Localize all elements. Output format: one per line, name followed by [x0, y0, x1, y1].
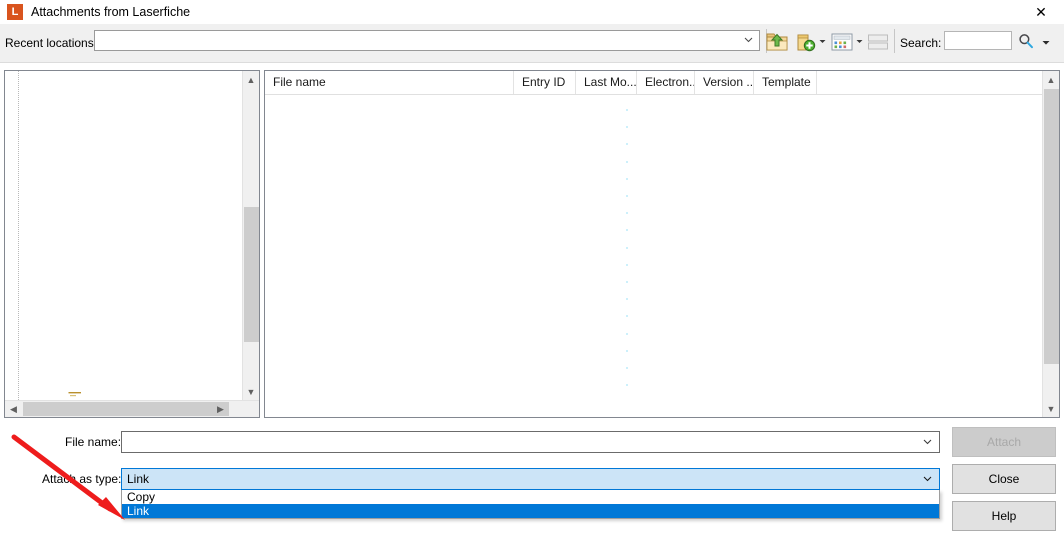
tree-guide-line	[18, 71, 19, 400]
column-header-electronic[interactable]: Electron...	[637, 71, 695, 94]
file-list-vertical-scrollbar[interactable]: ▲ ▼	[1042, 71, 1059, 417]
chevron-down-icon[interactable]	[923, 437, 932, 446]
list-artifact-dot	[626, 350, 628, 352]
window-title: Attachments from Laserfiche	[31, 5, 191, 19]
view-options-dropdown-icon[interactable]	[856, 39, 863, 44]
column-header-file-name[interactable]: File name	[265, 71, 514, 94]
scroll-left-icon[interactable]: ◀	[5, 401, 22, 417]
chevron-down-icon	[744, 37, 753, 43]
dropdown-option-copy[interactable]: Copy	[122, 490, 939, 504]
list-artifact-dot	[626, 178, 628, 180]
scroll-down-icon[interactable]: ▼	[1043, 400, 1059, 417]
tree-hscroll-thumb[interactable]	[23, 402, 229, 416]
column-header-template[interactable]: Template	[754, 71, 817, 94]
search-input[interactable]	[944, 31, 1012, 50]
list-artifact-dot	[626, 281, 628, 283]
list-artifact-dot	[626, 195, 628, 197]
help-button[interactable]: Help	[952, 501, 1056, 531]
recent-locations-combobox[interactable]	[94, 30, 760, 51]
column-header-version[interactable]: Version ...	[695, 71, 754, 94]
attach-button[interactable]: Attach	[952, 427, 1056, 457]
file-list-scroll-thumb[interactable]	[1044, 89, 1059, 364]
attach-as-type-label: Attach as type:	[42, 472, 122, 486]
attach-as-type-value: Link	[127, 472, 150, 486]
list-artifact-dot	[626, 384, 628, 386]
list-artifact-dot	[626, 143, 628, 145]
scroll-up-icon[interactable]: ▲	[243, 71, 259, 88]
search-dropdown-icon[interactable]	[1042, 40, 1050, 46]
list-artifact-dot	[626, 367, 628, 369]
list-artifact-dot	[626, 212, 628, 214]
title-bar: L Attachments from Laserfiche ✕	[0, 0, 1064, 24]
tree-vertical-scrollbar[interactable]: ▲ ▼	[242, 71, 259, 400]
list-artifact-dot	[626, 161, 628, 163]
list-artifact-dot	[626, 333, 628, 335]
list-artifact-dot	[626, 264, 628, 266]
toolbar-separator-2	[894, 29, 895, 53]
file-list-header: File name Entry ID Last Mo... Electron..…	[265, 71, 1042, 95]
list-artifact-dot	[626, 229, 628, 231]
file-list-panel[interactable]: File name Entry ID Last Mo... Electron..…	[264, 70, 1060, 418]
view-options-icon[interactable]	[830, 29, 854, 55]
attach-as-type-combobox[interactable]: Link	[121, 468, 940, 490]
tree-horizontal-scrollbar[interactable]: ◀ ▶	[5, 400, 259, 417]
tree-scroll-thumb[interactable]	[244, 207, 259, 342]
file-list-body[interactable]	[265, 95, 1042, 400]
new-folder-icon[interactable]	[795, 29, 817, 55]
recent-locations-label: Recent locations:	[5, 36, 98, 50]
close-button[interactable]: Close	[952, 464, 1056, 494]
list-artifact-dot	[626, 298, 628, 300]
file-name-combobox[interactable]	[121, 431, 940, 453]
go-up-folder-icon[interactable]	[764, 29, 790, 55]
new-folder-dropdown-icon[interactable]	[819, 39, 826, 44]
scroll-up-icon[interactable]: ▲	[1043, 71, 1059, 88]
folder-icon	[68, 392, 81, 397]
scroll-down-icon[interactable]: ▼	[243, 383, 259, 400]
list-artifact-dot	[626, 247, 628, 249]
column-header-last-modified[interactable]: Last Mo...	[576, 71, 637, 94]
search-label: Search:	[900, 36, 942, 50]
show-pane-icon[interactable]	[866, 29, 890, 55]
folder-tree-panel[interactable]: ▲ ▼ ◀ ▶	[4, 70, 260, 418]
chevron-down-icon[interactable]	[923, 474, 932, 483]
dropdown-option-link[interactable]: Link	[122, 504, 939, 518]
list-artifact-dot	[626, 126, 628, 128]
list-artifact-dot	[626, 315, 628, 317]
app-icon: L	[7, 4, 23, 20]
attach-as-type-dropdown-list[interactable]: Copy Link	[121, 490, 940, 519]
search-icon[interactable]	[1018, 33, 1034, 49]
close-icon[interactable]: ✕	[1018, 0, 1064, 24]
file-name-label: File name:	[65, 435, 122, 449]
folder-tree-canvas[interactable]	[5, 71, 244, 400]
toolbar: Recent locations: Search:	[0, 24, 1064, 63]
scroll-right-icon[interactable]: ▶	[212, 401, 229, 417]
list-artifact-dot	[626, 109, 628, 111]
column-header-entry-id[interactable]: Entry ID	[514, 71, 576, 94]
